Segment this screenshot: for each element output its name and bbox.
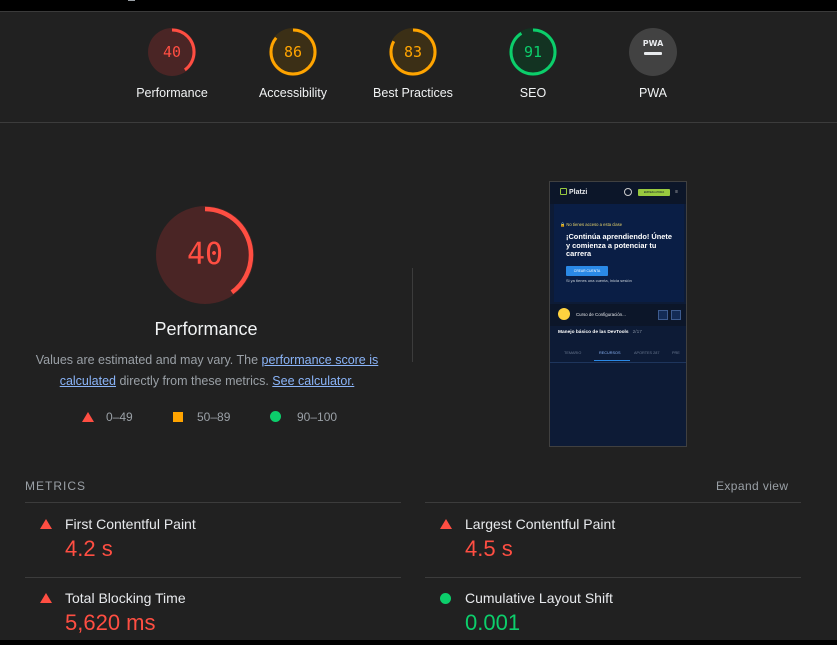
legend-average: 50–89 — [173, 410, 230, 424]
screenshot-tabs: TEMARIO RECURSOS APORTES 287 PRE — [550, 346, 686, 363]
triangle-icon — [40, 593, 52, 603]
legend-label: 50–89 — [197, 410, 231, 424]
calculator-link[interactable]: See calculator. — [272, 374, 354, 388]
triangle-icon — [40, 519, 52, 529]
performance-score: 40 — [186, 237, 224, 272]
legend-pass: 90–100 — [270, 410, 337, 424]
gauge-accessibility[interactable]: 86 Accessibility — [233, 26, 353, 100]
metric-value: 4.2 s — [65, 536, 113, 561]
gauge-label: Performance — [136, 86, 208, 100]
pwa-badge-text: PWA — [643, 39, 664, 48]
screenshot-headline: ¡Continúa aprendiendo! Únete y comienza … — [566, 232, 672, 259]
screenshot-login: Si ya tienes una cuenta, Inicia sesión — [566, 278, 632, 283]
metric-title: Cumulative Layout Shift — [465, 590, 613, 606]
triangle-icon — [440, 519, 452, 529]
desc-text: directly from these metrics. — [116, 374, 273, 388]
screenshot-cta: EMPIEZA AHORA — [638, 189, 670, 196]
course-icon — [558, 308, 570, 320]
screenshot-header: Platzi EMPIEZA AHORA ≡ — [550, 182, 686, 204]
lesson-title: Manejo básico de las DevTools — [558, 330, 629, 335]
chevron-down-icon[interactable] — [128, 0, 135, 1]
performance-title: Performance — [154, 319, 258, 339]
gauge-label: Best Practices — [373, 86, 453, 100]
divider — [412, 268, 413, 362]
divider — [25, 577, 401, 578]
course-title: Curso de Configuración... — [576, 312, 626, 317]
screenshot-warning-text: No tienes acceso a esta clase — [566, 222, 623, 227]
screenshot-course: Curso de Configuración... — [550, 304, 686, 326]
legend-label: 0–49 — [106, 410, 133, 424]
gauge-label: PWA — [638, 86, 667, 100]
platzi-logo: Platzi — [560, 188, 587, 196]
circle-icon — [440, 593, 451, 604]
divider — [425, 502, 801, 503]
divider — [425, 577, 801, 578]
screenshot-warning: 🔒 No tienes acceso a esta clase — [560, 222, 623, 227]
screenshot-tab: PRE — [672, 351, 680, 355]
metric-value: 5,620 ms — [65, 610, 156, 635]
prev-icon — [658, 310, 668, 320]
triangle-icon — [82, 412, 94, 422]
metric-title: Largest Contentful Paint — [465, 516, 616, 532]
gauge-label: Accessibility — [258, 86, 328, 100]
gauge-score: 91 — [523, 43, 543, 61]
expand-view-button[interactable]: Expand view — [716, 479, 788, 493]
metric-title: First Contentful Paint — [65, 516, 196, 532]
gauge-label: SEO — [519, 86, 547, 100]
final-screenshot[interactable]: Platzi EMPIEZA AHORA ≡ 🔒 No tienes acces… — [549, 181, 687, 447]
lesson-count: 2/17 — [632, 330, 642, 335]
gauge-score: 40 — [162, 43, 182, 61]
category-gauges: 40 Performance 86 Accessibility 83 Best … — [0, 12, 837, 123]
tab-underline — [594, 360, 630, 361]
pwa-badge-icon: PWA — [629, 28, 677, 76]
metric-title: Total Blocking Time — [65, 590, 186, 606]
divider — [25, 502, 401, 503]
search-icon — [624, 188, 632, 196]
bottom-bar — [0, 640, 837, 645]
screenshot-button: CREAR CUENTA — [566, 266, 608, 276]
screenshot-tab: RECURSOS — [599, 351, 621, 355]
metric-value: 4.5 s — [465, 536, 513, 561]
desc-text: Values are estimated and may vary. The — [35, 353, 262, 367]
next-icon — [671, 310, 681, 320]
circle-icon — [270, 411, 281, 422]
performance-gauge-large: 40 — [150, 200, 260, 310]
screenshot-tab: APORTES 287 — [634, 351, 660, 355]
performance-description: Values are estimated and may vary. The p… — [30, 350, 384, 392]
metrics-header: METRICS — [25, 479, 86, 493]
menu-icon: ≡ — [675, 189, 678, 195]
gauge-best-practices[interactable]: 83 Best Practices — [353, 26, 473, 100]
gauge-score: 83 — [403, 43, 423, 61]
square-icon — [173, 412, 183, 422]
gauge-pwa[interactable]: PWA PWA — [593, 26, 713, 100]
screenshot-lesson: Manejo básico de las DevTools 2/17 — [558, 330, 642, 335]
legend-label: 90–100 — [297, 410, 338, 424]
legend-fail: 0–49 — [82, 410, 133, 424]
screenshot-tab: TEMARIO — [564, 351, 582, 355]
top-toolbar — [0, 0, 837, 12]
metric-value: 0.001 — [465, 610, 521, 635]
gauge-score: 86 — [283, 43, 303, 61]
gauge-seo[interactable]: 91 SEO — [473, 26, 593, 100]
gauge-performance[interactable]: 40 Performance — [112, 26, 232, 100]
